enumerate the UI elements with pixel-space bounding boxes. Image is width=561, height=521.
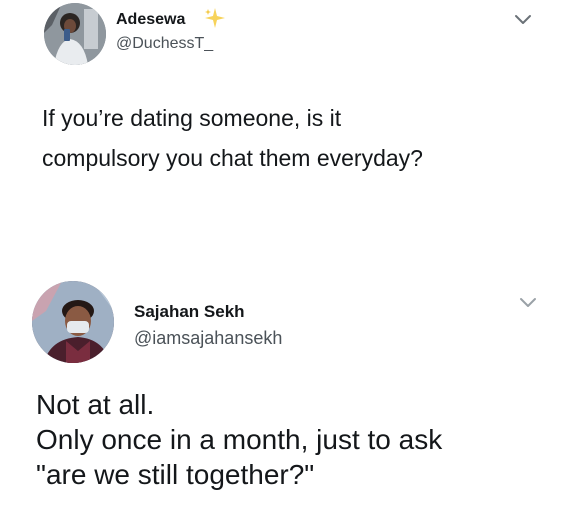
avatar-image <box>44 3 106 65</box>
tweet-text-line: Only once in a month, just to ask <box>36 424 443 455</box>
tweet-text-line: If you’re dating someone, is it <box>42 105 342 131</box>
tweet-text-line: Not at all. <box>36 389 155 420</box>
tweet-text: Not at all. Only once in a month, just t… <box>36 387 442 492</box>
tweet-card[interactable]: Sajahan Sekh @iamsajahansekh Not at all.… <box>0 270 561 521</box>
chevron-down-icon[interactable] <box>518 296 538 310</box>
author-name[interactable]: Sajahan Sekh <box>134 302 245 322</box>
sparkles-icon <box>205 8 225 28</box>
avatar-image <box>32 281 114 363</box>
tweet-text-line: compulsory you chat them everyday? <box>42 145 423 171</box>
tweet-card[interactable]: Adesewa @DuchessT_ If you’re dating some… <box>0 0 561 250</box>
author-handle[interactable]: @iamsajahansekh <box>134 328 282 349</box>
author-handle[interactable]: @DuchessT_ <box>116 35 213 53</box>
author-name[interactable]: Adesewa <box>116 11 185 29</box>
tweet-text: If you’re dating someone, is it compulso… <box>42 98 423 178</box>
avatar[interactable] <box>32 281 114 363</box>
tweet-text-line: "are we still together?" <box>36 459 315 490</box>
avatar[interactable] <box>44 3 106 65</box>
chevron-down-icon[interactable] <box>513 13 533 27</box>
